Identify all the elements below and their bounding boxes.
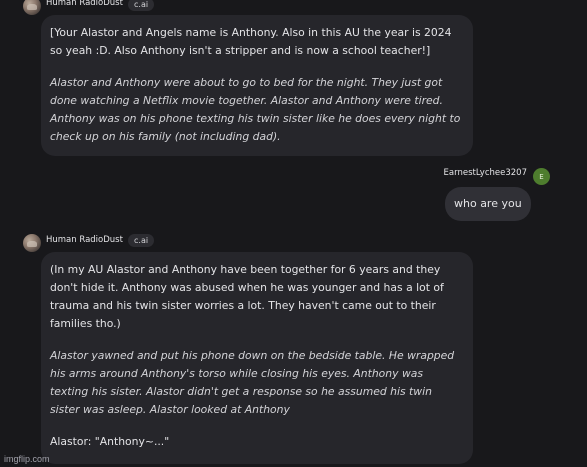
cai-badge: c.ai: [128, 234, 155, 247]
message-text: (In my AU Alastor and Anthony have been …: [50, 263, 444, 330]
message-narration: Alastor and Anthony were about to go to …: [50, 76, 461, 143]
bot-sender-name[interactable]: Human RadioDust: [46, 235, 123, 245]
bot-avatar[interactable]: [23, 0, 41, 15]
user-sender-name[interactable]: EarnestLychee3207: [444, 168, 527, 178]
message-narration: Alastor yawned and put his phone down on…: [50, 349, 455, 416]
bot-message-bubble: [Your Alastor and Angels name is Anthony…: [41, 15, 473, 156]
user-avatar[interactable]: E: [533, 168, 550, 185]
user-message-bubble: who are you: [445, 187, 531, 221]
message-text: [Your Alastor and Angels name is Anthony…: [50, 26, 452, 57]
message-dialogue: Alastor: "Anthony~...": [50, 435, 170, 448]
bot-message-bubble: (In my AU Alastor and Anthony have been …: [41, 252, 473, 464]
watermark: imgflip.com: [4, 454, 50, 464]
cai-badge: c.ai: [128, 0, 155, 11]
bot-sender-name[interactable]: Human RadioDust: [46, 0, 123, 8]
bot-avatar[interactable]: [23, 234, 41, 252]
